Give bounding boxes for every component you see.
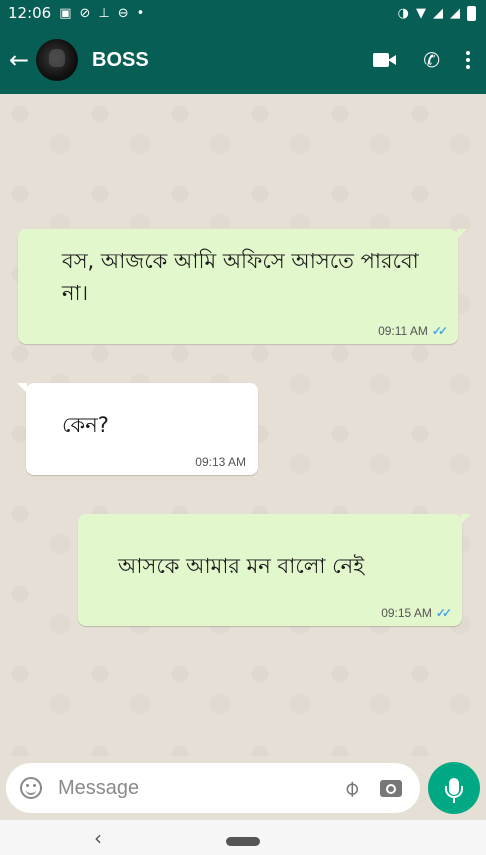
sync-icon: ⊘ [79, 5, 91, 21]
contact-avatar[interactable] [36, 39, 78, 81]
wifi-icon: ▼ [416, 5, 426, 21]
message-bubble-incoming[interactable]: কেন? 09:13 AM [17, 383, 258, 475]
contact-name[interactable]: BOSS [92, 49, 373, 72]
read-ticks-icon: ✓✓ [431, 324, 448, 338]
message-meta: 09:15 AM ✓✓ [381, 606, 452, 620]
battery-icon [467, 5, 476, 21]
chat-header: ← BOSS ✆ [0, 26, 486, 94]
back-arrow-icon[interactable]: ← [4, 46, 34, 74]
data-saver-icon: ◑ [397, 5, 409, 21]
status-left: 12:06 ▣ ⊘ ⊥ ⊖ • [8, 4, 144, 22]
message-bubble-outgoing[interactable]: বস, আজকে আমি অফিসে আসতে পারবো না। 09:11 … [18, 229, 467, 344]
menu-dots-icon[interactable] [466, 51, 470, 69]
message-time: 09:15 AM [381, 606, 432, 620]
status-time: 12:06 [8, 4, 52, 22]
message-text: আসকে আমার মন বালো নেই [118, 554, 365, 578]
emoji-icon[interactable] [20, 777, 42, 799]
notification-icon: ▣ [59, 5, 72, 21]
mic-icon [445, 777, 463, 798]
video-call-icon[interactable] [373, 52, 397, 68]
message-bubble-outgoing[interactable]: আসকে আমার মন বালো নেই 09:15 AM ✓✓ [78, 514, 471, 626]
message-input-container[interactable]: Message ⌀ [6, 763, 420, 813]
signal-2-icon: ◢ [450, 5, 460, 21]
do-not-disturb-icon: ⊖ [117, 5, 129, 21]
mic-button[interactable] [428, 762, 480, 814]
message-meta: 09:11 AM ✓✓ [378, 324, 448, 338]
message-input[interactable]: Message [58, 777, 345, 800]
dot-icon: • [136, 5, 145, 21]
nav-home-pill[interactable] [226, 837, 260, 846]
camera-icon[interactable] [380, 779, 402, 797]
status-bar: 12:06 ▣ ⊘ ⊥ ⊖ • ◑ ▼ ◢ ◢ [0, 0, 486, 26]
nav-back-icon[interactable]: ‹ [94, 826, 102, 850]
system-nav-bar: ‹ [0, 820, 486, 855]
usb-icon: ⊥ [98, 5, 110, 21]
message-time: 09:13 AM [195, 455, 246, 469]
message-time: 09:11 AM [378, 324, 428, 338]
chat-area[interactable]: বস, আজকে আমি অফিসে আসতে পারবো না। 09:11 … [0, 94, 486, 756]
input-bar: Message ⌀ [0, 756, 486, 820]
read-ticks-icon: ✓✓ [435, 606, 452, 620]
message-text: কেন? [62, 413, 109, 437]
header-actions: ✆ [373, 48, 470, 72]
message-text: বস, আজকে আমি অফিসে আসতে পারবো না। [62, 249, 419, 305]
message-meta: 09:13 AM [195, 455, 246, 469]
phone-icon[interactable]: ✆ [423, 48, 440, 72]
signal-icon: ◢ [433, 5, 443, 21]
status-right: ◑ ▼ ◢ ◢ [397, 5, 476, 21]
